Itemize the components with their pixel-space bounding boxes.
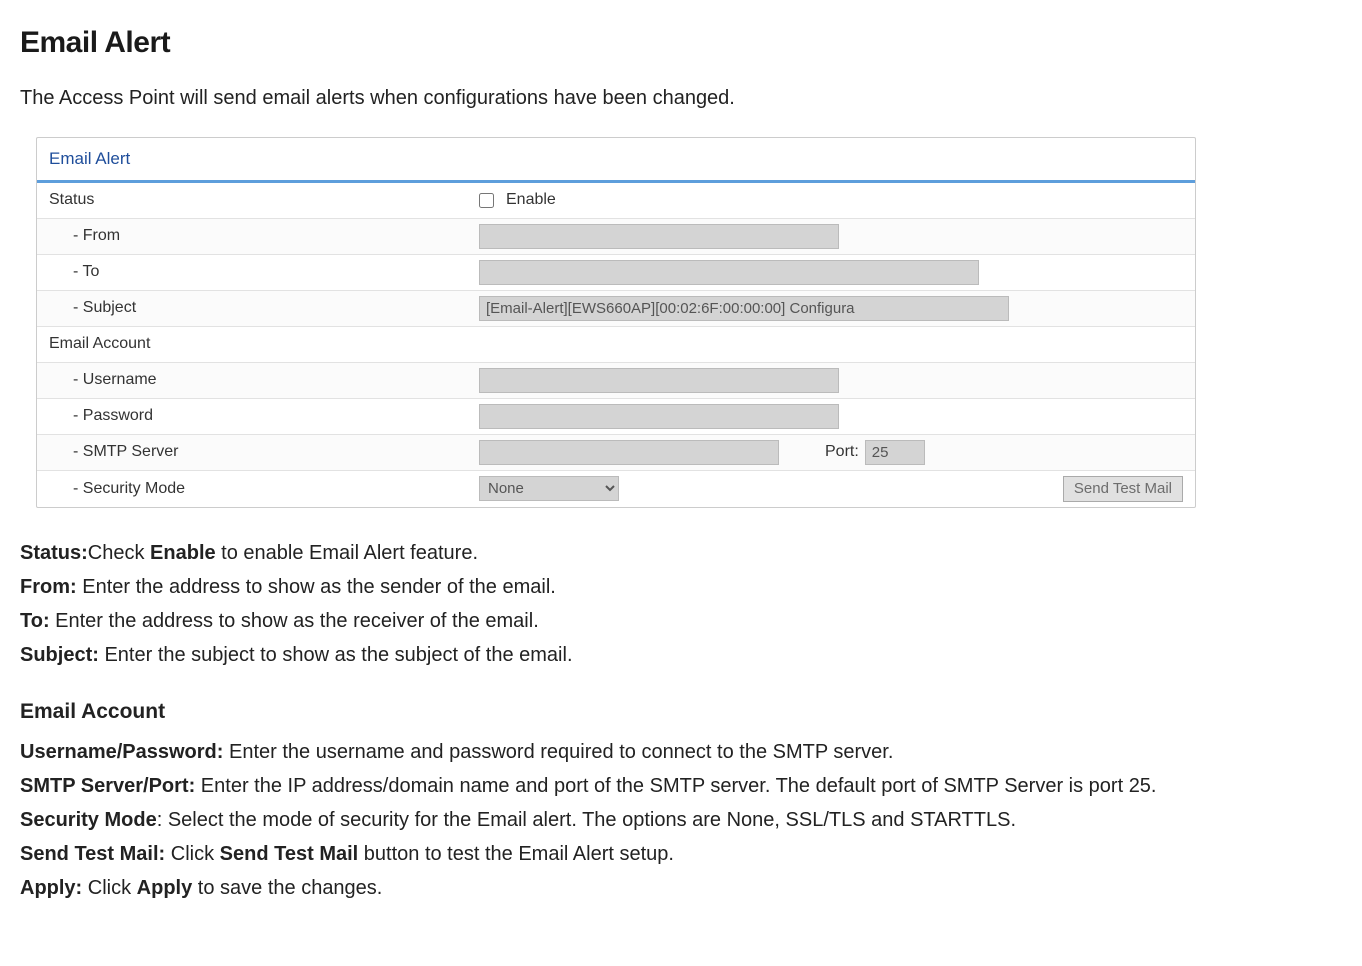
smtp-label: - SMTP Server	[49, 440, 479, 464]
row-username: - Username	[37, 363, 1195, 399]
enable-label: Enable	[506, 188, 556, 212]
from-field[interactable]	[479, 224, 839, 249]
row-subject: - Subject	[37, 291, 1195, 327]
help-from: From: Enter the address to show as the s…	[20, 572, 1342, 602]
help-security-mode: Security Mode: Select the mode of securi…	[20, 805, 1342, 835]
page-title: Email Alert	[20, 20, 1342, 65]
row-to: - To	[37, 255, 1195, 291]
subject-label: - Subject	[49, 296, 479, 320]
row-security: - Security Mode None Send Test Mail	[37, 471, 1195, 507]
help-apply: Apply: Click Apply to save the changes.	[20, 873, 1342, 903]
definitions-block: Status:Check Enable to enable Email Aler…	[20, 538, 1342, 904]
port-label: Port:	[825, 440, 859, 464]
smtp-server-field[interactable]	[479, 440, 779, 465]
password-field[interactable]	[479, 404, 839, 429]
email-account-heading: Email Account	[20, 696, 1342, 728]
to-label: - To	[49, 260, 479, 284]
row-password: - Password	[37, 399, 1195, 435]
to-field[interactable]	[479, 260, 979, 285]
help-userpass: Username/Password: Enter the username an…	[20, 737, 1342, 767]
username-field[interactable]	[479, 368, 839, 393]
status-label: Status	[49, 188, 479, 212]
panel-heading: Email Alert	[37, 138, 1195, 183]
from-label: - From	[49, 224, 479, 248]
help-status: Status:Check Enable to enable Email Aler…	[20, 538, 1342, 568]
help-smtp: SMTP Server/Port: Enter the IP address/d…	[20, 771, 1342, 801]
subject-field[interactable]	[479, 296, 1009, 321]
enable-checkbox[interactable]	[479, 193, 494, 208]
send-test-mail-button[interactable]: Send Test Mail	[1063, 476, 1183, 502]
password-label: - Password	[49, 404, 479, 428]
row-status: Status Enable	[37, 183, 1195, 219]
port-field[interactable]	[865, 440, 925, 465]
help-to: To: Enter the address to show as the rec…	[20, 606, 1342, 636]
security-mode-select[interactable]: None	[479, 476, 619, 501]
row-from: - From	[37, 219, 1195, 255]
email-account-label: Email Account	[49, 332, 479, 356]
help-subject: Subject: Enter the subject to show as th…	[20, 640, 1342, 670]
row-smtp: - SMTP Server Port:	[37, 435, 1195, 471]
help-send-test-mail: Send Test Mail: Click Send Test Mail but…	[20, 839, 1342, 869]
security-label: - Security Mode	[49, 477, 479, 501]
row-email-account: Email Account	[37, 327, 1195, 363]
username-label: - Username	[49, 368, 479, 392]
email-alert-panel: Email Alert Status Enable - From - To - …	[36, 137, 1196, 508]
intro-text: The Access Point will send email alerts …	[20, 83, 1342, 113]
